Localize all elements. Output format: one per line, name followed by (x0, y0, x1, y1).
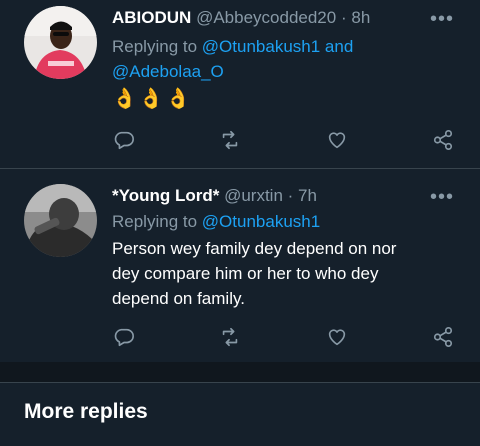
user-handle[interactable]: @Abbeycodded20 (196, 8, 336, 27)
more-options-icon[interactable]: ••• (430, 9, 454, 29)
avatar[interactable] (24, 6, 97, 79)
timestamp[interactable]: 7h (298, 186, 317, 205)
share-icon[interactable] (432, 326, 456, 350)
mention-link[interactable]: @Otunbakush1 (202, 212, 320, 231)
more-options-icon[interactable]: ••• (430, 187, 454, 207)
separator-dot: · (340, 8, 347, 27)
tweet-text-line: dey compare him or her to who dey (112, 264, 379, 283)
reply-icon[interactable] (113, 129, 137, 153)
tweet-actions (0, 326, 480, 350)
display-name[interactable]: *Young Lord* (112, 186, 219, 205)
share-icon[interactable] (432, 129, 456, 153)
reply-icon[interactable] (113, 326, 137, 350)
tweet-header: *Young Lord* @urxtin · 7h (112, 186, 317, 206)
more-replies-button[interactable]: More replies (24, 400, 148, 424)
tweet-young-lord[interactable]: *Young Lord* @urxtin · 7h ••• Replying t… (0, 169, 480, 362)
avatar[interactable] (24, 184, 97, 257)
mention-joiner[interactable]: and (325, 37, 353, 56)
like-icon[interactable] (326, 129, 350, 153)
tweet-actions (0, 129, 480, 153)
replying-to-line: Replying to @Otunbakush1 (112, 209, 320, 234)
profile-photo-icon (24, 6, 97, 79)
mention-link[interactable]: @Adebolaa_O (112, 62, 224, 81)
replying-to-label: Replying to (112, 37, 198, 56)
section-separator (0, 362, 480, 382)
tweet-text: 👌👌👌 (112, 87, 193, 112)
replying-to-line: Replying to @Otunbakush1 and (112, 34, 353, 59)
replying-to-line-2: @Adebolaa_O (112, 59, 224, 84)
like-icon[interactable] (326, 326, 350, 350)
mention-link[interactable]: @Otunbakush1 (202, 37, 320, 56)
timestamp[interactable]: 8h (351, 8, 370, 27)
separator-dot: · (287, 186, 294, 205)
section-divider (0, 382, 480, 383)
tweet-header: ABIODUN @Abbeycodded20 · 8h (112, 8, 370, 28)
retweet-icon[interactable] (219, 326, 243, 350)
retweet-icon[interactable] (219, 129, 243, 153)
replying-to-label: Replying to (112, 212, 198, 231)
display-name[interactable]: ABIODUN (112, 8, 191, 27)
tweet-text-line: Person wey family dey depend on nor (112, 239, 397, 258)
user-handle[interactable]: @urxtin (224, 186, 283, 205)
profile-photo-icon (24, 184, 97, 257)
tweet-text-content: 👌👌👌 (112, 88, 193, 110)
tweet-text-line: depend on family. (112, 289, 245, 308)
tweet-abiodun[interactable]: ABIODUN @Abbeycodded20 · 8h ••• Replying… (0, 0, 480, 168)
